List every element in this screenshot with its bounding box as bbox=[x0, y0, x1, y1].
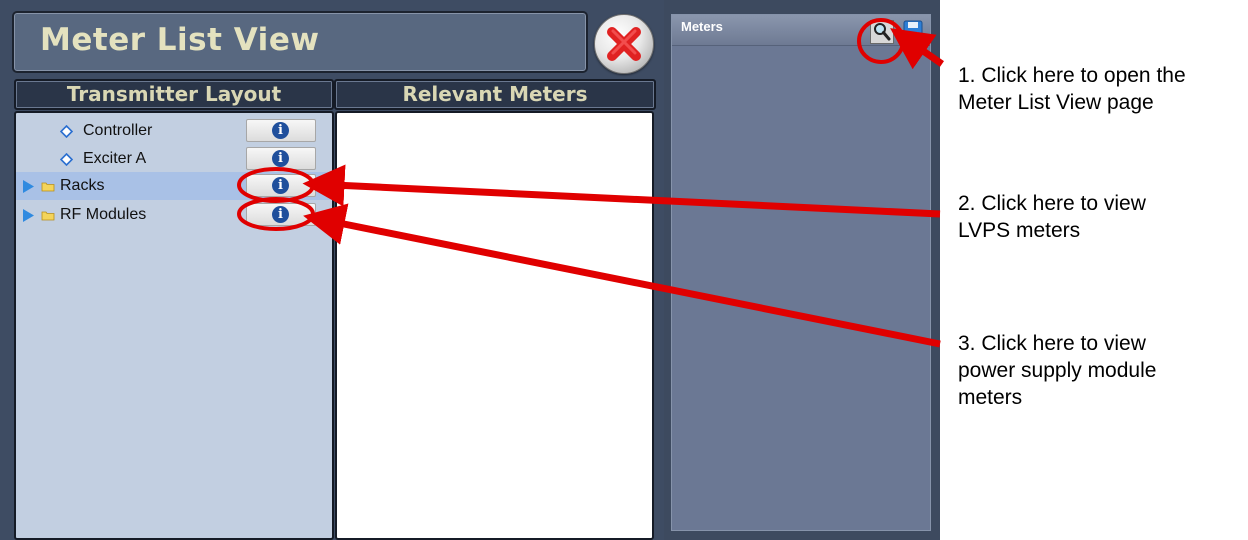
close-button[interactable] bbox=[594, 14, 654, 74]
folder-icon bbox=[41, 211, 55, 221]
callout-1-line-1: 1. Click here to open the bbox=[958, 64, 1186, 87]
tree-item-label: Exciter A bbox=[83, 150, 147, 167]
meters-panel-title: Meters bbox=[681, 19, 723, 34]
meters-panel-body: Meters bbox=[671, 14, 931, 531]
tree-item-exciter-a[interactable]: Exciter A i bbox=[16, 145, 332, 173]
meter-list-view-search-icon[interactable] bbox=[870, 20, 894, 44]
relevant-meters-header: Relevant Meters bbox=[334, 79, 656, 110]
tree-item-label: Racks bbox=[60, 177, 105, 194]
info-button[interactable]: i bbox=[246, 147, 316, 170]
info-icon: i bbox=[272, 206, 289, 223]
tree-item-racks[interactable]: Racks i bbox=[16, 172, 332, 200]
callout-1: 1. Click here to open the Meter List Vie… bbox=[958, 62, 1186, 116]
page-title: Meter List View bbox=[40, 22, 320, 58]
callout-2-line-1: 2. Click here to view bbox=[958, 192, 1146, 215]
expand-arrow-icon[interactable] bbox=[22, 179, 35, 194]
info-icon: i bbox=[272, 122, 289, 139]
callout-1-line-2: Meter List View page bbox=[958, 91, 1154, 114]
callout-3-line-1: 3. Click here to view bbox=[958, 332, 1146, 355]
callout-2: 2. Click here to view LVPS meters bbox=[958, 190, 1146, 244]
transmitter-layout-tree: Controller i Exciter A i Racks i RF Modu… bbox=[14, 111, 334, 540]
save-icon[interactable] bbox=[902, 19, 924, 41]
callout-2-line-2: LVPS meters bbox=[958, 219, 1081, 242]
info-icon: i bbox=[272, 177, 289, 194]
power-supply-info-button[interactable]: i bbox=[246, 203, 316, 226]
meters-side-panel: Meters bbox=[664, 0, 940, 540]
transmitter-layout-header: Transmitter Layout bbox=[14, 79, 334, 110]
callout-3-line-2: power supply module bbox=[958, 359, 1157, 382]
diamond-icon bbox=[60, 125, 73, 138]
magnifier-icon bbox=[874, 23, 891, 41]
relevant-meters-list[interactable] bbox=[335, 111, 654, 540]
info-button[interactable]: i bbox=[246, 119, 316, 142]
tree-item-controller[interactable]: Controller i bbox=[16, 117, 332, 145]
tree-item-label: Controller bbox=[83, 122, 153, 139]
callout-3: 3. Click here to view power supply modul… bbox=[958, 330, 1156, 411]
expand-arrow-icon[interactable] bbox=[22, 208, 35, 223]
diamond-icon bbox=[60, 153, 73, 166]
info-icon: i bbox=[272, 150, 289, 167]
lvps-info-button[interactable]: i bbox=[246, 174, 316, 197]
title-bar: Meter List View bbox=[12, 11, 588, 73]
tree-item-rf-modules[interactable]: RF Modules i bbox=[16, 201, 332, 229]
tree-item-label: RF Modules bbox=[60, 206, 147, 223]
callout-3-line-3: meters bbox=[958, 386, 1023, 409]
folder-icon bbox=[41, 182, 55, 192]
close-icon bbox=[607, 27, 641, 61]
meter-list-view-screen: Meter List View Transmitter Layout Relev… bbox=[0, 0, 664, 540]
